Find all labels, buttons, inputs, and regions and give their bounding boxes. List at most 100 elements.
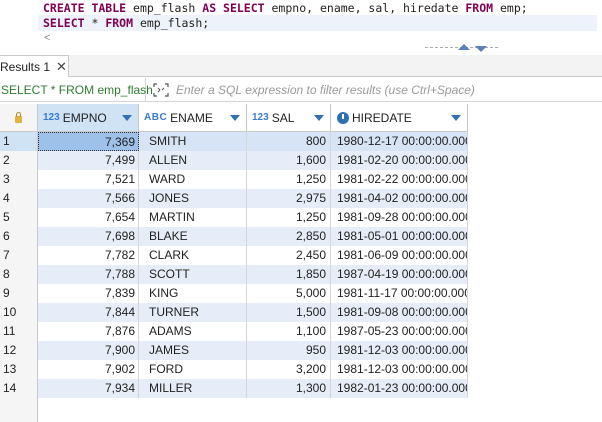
cell-hiredate[interactable]: 1987-04-19 00:00:00.000 [331, 265, 468, 284]
cell-ename[interactable]: JAMES [139, 341, 247, 360]
table-row[interactable]: 2 7,499 ALLEN 1,600 1981-02-20 00:00:00.000 [0, 151, 468, 170]
cell-sal[interactable]: 2,450 [247, 246, 331, 265]
column-header-ename[interactable]: ABC ENAME [139, 104, 247, 132]
cell-hiredate[interactable]: 1981-06-09 00:00:00.000 [331, 246, 468, 265]
tab-label: Results 1 [0, 59, 51, 74]
cell-hiredate[interactable]: 1981-02-22 00:00:00.000 [331, 170, 468, 189]
cell-empno[interactable]: 7,839 [38, 284, 139, 303]
table-row[interactable]: 4 7,566 JONES 2,975 1981-04-02 00:00:00.000 [0, 189, 468, 208]
cell-ename[interactable]: SCOTT [139, 265, 247, 284]
cell-ename[interactable]: CLARK [139, 246, 247, 265]
cell-empno[interactable]: 7,900 [38, 341, 139, 360]
filter-expand-icon[interactable] [152, 82, 170, 98]
cell-empno[interactable]: 7,369 [38, 132, 139, 151]
cell-empno[interactable]: 7,902 [38, 360, 139, 379]
cell-ename[interactable]: BLAKE [139, 227, 247, 246]
cell-hiredate[interactable]: 1981-11-17 00:00:00.000 [331, 284, 468, 303]
cell-ename[interactable]: TURNER [139, 303, 247, 322]
cell-sal[interactable]: 1,300 [247, 379, 331, 398]
sql-editor[interactable]: CREATE TABLE emp_flash AS SELECT empno, … [0, 0, 602, 55]
tab-results-1[interactable]: Results 1 ✕ [0, 55, 69, 77]
cell-empno[interactable]: 7,782 [38, 246, 139, 265]
chevron-down-icon[interactable] [122, 115, 132, 121]
cell-empno[interactable]: 7,698 [38, 227, 139, 246]
table-row[interactable]: 3 7,521 WARD 1,250 1981-02-22 00:00:00.000 [0, 170, 468, 189]
filter-input[interactable]: Enter a SQL expression to filter results… [176, 83, 475, 97]
cell-sal[interactable]: 1,600 [247, 151, 331, 170]
filter-query-label[interactable]: SELECT * FROM emp_flash [0, 77, 153, 102]
cell-ename[interactable]: MARTIN [139, 208, 247, 227]
scroll-left-arrow[interactable]: < [44, 32, 50, 44]
cell-hiredate[interactable]: 1982-01-23 00:00:00.000 [331, 379, 468, 398]
column-header-sal[interactable]: 123 SAL [247, 104, 331, 132]
close-icon[interactable]: ✕ [56, 60, 67, 73]
chevron-down-icon[interactable] [451, 115, 461, 121]
sql-keyword: FROM [105, 16, 134, 30]
table-row[interactable]: 11 7,876 ADAMS 1,100 1987-05-23 00:00:00.000 [0, 322, 468, 341]
table-row[interactable]: 8 7,788 SCOTT 1,850 1987-04-19 00:00:00.000 [0, 265, 468, 284]
cell-hiredate[interactable]: 1981-05-01 00:00:00.000 [331, 227, 468, 246]
cell-ename[interactable]: SMITH [139, 132, 247, 151]
cell-hiredate[interactable]: 1981-09-28 00:00:00.000 [331, 208, 468, 227]
cell-sal[interactable]: 5,000 [247, 284, 331, 303]
cell-empno[interactable]: 7,788 [38, 265, 139, 284]
table-row[interactable]: 5 7,654 MARTIN 1,250 1981-09-28 00:00:00.000 [0, 208, 468, 227]
cell-ename[interactable]: ADAMS [139, 322, 247, 341]
maximize-arrow-icon[interactable] [458, 44, 470, 50]
cell-hiredate[interactable]: 1980-12-17 00:00:00.000 [331, 132, 468, 151]
cell-sal[interactable]: 1,500 [247, 303, 331, 322]
chevron-down-icon[interactable] [230, 115, 240, 121]
cell-hiredate[interactable]: 1981-02-20 00:00:00.000 [331, 151, 468, 170]
cell-empno[interactable]: 7,934 [38, 379, 139, 398]
cell-ename[interactable]: MILLER [139, 379, 247, 398]
cell-sal[interactable]: 2,850 [247, 227, 331, 246]
sql-line-2[interactable]: SELECT * FROM emp_flash; [38, 15, 597, 31]
cell-ename[interactable]: KING [139, 284, 247, 303]
cell-sal[interactable]: 1,250 [247, 170, 331, 189]
cell-sal[interactable]: 1,850 [247, 265, 331, 284]
column-header-empno[interactable]: 123 EMPNO [38, 104, 139, 132]
cell-sal[interactable]: 1,100 [247, 322, 331, 341]
column-header-hiredate[interactable]: HIREDATE [331, 104, 468, 132]
cell-ename[interactable]: FORD [139, 360, 247, 379]
table-row[interactable]: 12 7,900 JAMES 950 1981-12-03 00:00:00.000 [0, 341, 468, 360]
row-number: 1 [0, 132, 38, 151]
cell-ename[interactable]: JONES [139, 189, 247, 208]
panel-splitter[interactable] [425, 44, 498, 54]
table-row[interactable]: 6 7,698 BLAKE 2,850 1981-05-01 00:00:00.000 [0, 227, 468, 246]
cell-sal[interactable]: 1,250 [247, 208, 331, 227]
row-number: 7 [0, 246, 38, 265]
table-row[interactable]: 1 7,369 SMITH 800 1980-12-17 00:00:00.000 [0, 132, 468, 151]
row-number: 10 [0, 303, 38, 322]
cell-empno[interactable]: 7,876 [38, 322, 139, 341]
cell-ename[interactable]: WARD [139, 170, 247, 189]
cell-sal[interactable]: 800 [247, 132, 331, 151]
cell-empno[interactable]: 7,654 [38, 208, 139, 227]
table-row[interactable]: 7 7,782 CLARK 2,450 1981-06-09 00:00:00.000 [0, 246, 468, 265]
cell-hiredate[interactable]: 1987-05-23 00:00:00.000 [331, 322, 468, 341]
minimize-arrow-icon[interactable] [475, 46, 487, 52]
results-grid[interactable]: 123 EMPNO ABC ENAME 123 SAL HIREDATE 1 7,… [0, 104, 602, 422]
cell-empno[interactable]: 7,499 [38, 151, 139, 170]
cell-hiredate[interactable]: 1981-09-08 00:00:00.000 [331, 303, 468, 322]
table-row[interactable]: 9 7,839 KING 5,000 1981-11-17 00:00:00.000 [0, 284, 468, 303]
cell-hiredate[interactable]: 1981-12-03 00:00:00.000 [331, 360, 468, 379]
cell-empno[interactable]: 7,844 [38, 303, 139, 322]
cell-ename[interactable]: ALLEN [139, 151, 247, 170]
sql-text: emp_flash; [133, 16, 210, 30]
cell-sal[interactable]: 2,975 [247, 189, 331, 208]
cell-empno[interactable]: 7,566 [38, 189, 139, 208]
cell-hiredate[interactable]: 1981-12-03 00:00:00.000 [331, 341, 468, 360]
table-row[interactable]: 14 7,934 MILLER 1,300 1982-01-23 00:00:00.00… [0, 379, 468, 398]
column-label: EMPNO [62, 110, 107, 125]
table-row[interactable]: 13 7,902 FORD 3,200 1981-12-03 00:00:00.000 [0, 360, 468, 379]
sql-line-1[interactable]: CREATE TABLE emp_flash AS SELECT empno, … [43, 0, 528, 16]
table-row[interactable]: 10 7,844 TURNER 1,500 1981-09-08 00:00:00.00… [0, 303, 468, 322]
row-number: 9 [0, 284, 38, 303]
cell-sal[interactable]: 3,200 [247, 360, 331, 379]
cell-sal[interactable]: 950 [247, 341, 331, 360]
chevron-down-icon[interactable] [314, 115, 324, 121]
cell-hiredate[interactable]: 1981-04-02 00:00:00.000 [331, 189, 468, 208]
cell-empno[interactable]: 7,521 [38, 170, 139, 189]
row-number: 11 [0, 322, 38, 341]
